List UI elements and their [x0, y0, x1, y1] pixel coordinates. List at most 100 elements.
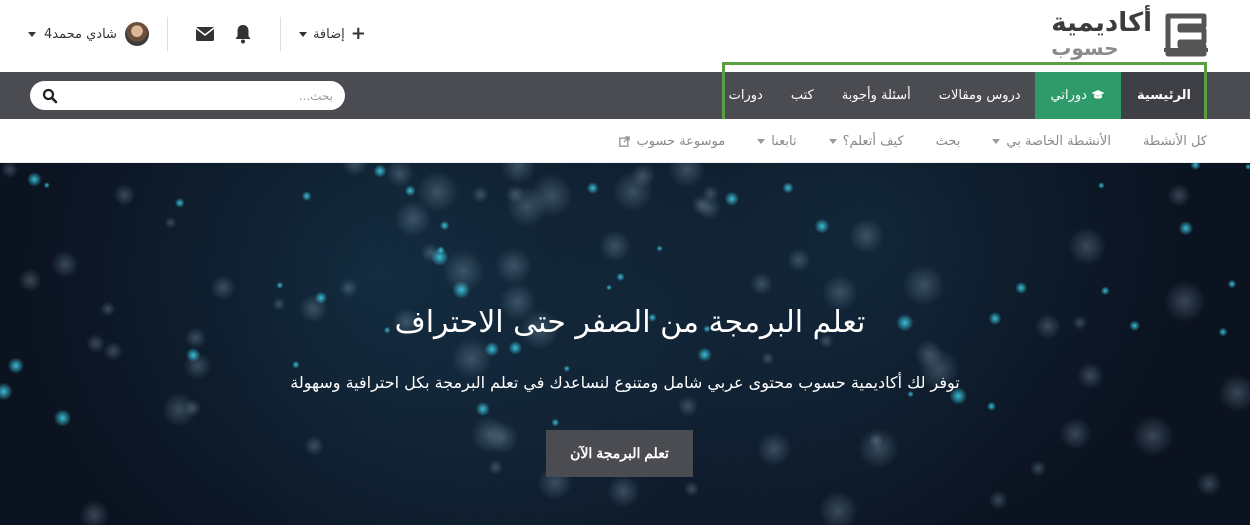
particle: [684, 481, 700, 497]
particle: [0, 163, 19, 179]
top-header: أكاديمية حسوب شادي محمد4 إضافة +: [0, 0, 1250, 72]
particle: [18, 268, 42, 292]
particle: [161, 392, 197, 427]
academy-logo[interactable]: أكاديمية حسوب: [1051, 10, 1210, 58]
particle: [1100, 286, 1110, 296]
particle: [500, 163, 537, 185]
particle: [677, 395, 699, 417]
nav-label: الرئيسية: [1136, 88, 1191, 103]
particle: [787, 248, 811, 272]
nav-label: كتب: [790, 88, 814, 103]
particle: [1030, 460, 1047, 477]
particle: [868, 432, 884, 448]
subnav-all-activity[interactable]: كل الأنشطة: [1127, 134, 1207, 149]
learn-programming-button[interactable]: تعلم البرمجة الآن: [546, 430, 693, 477]
particle: [79, 500, 110, 525]
particle: [51, 250, 79, 278]
nav-item-books[interactable]: كتب: [777, 72, 828, 119]
particle: [586, 182, 599, 195]
particle: [113, 184, 136, 206]
subnav-label: كيف أتعلم؟: [842, 133, 904, 149]
particle: [470, 416, 508, 454]
particle: [761, 351, 775, 366]
nav-item-home[interactable]: الرئيسية: [1120, 72, 1207, 119]
subnav-my-activity[interactable]: الأنشطة الخاصة بي: [976, 134, 1127, 149]
particle: [1132, 415, 1174, 457]
subnav-label: تابعنا: [771, 133, 797, 149]
particle: [1245, 163, 1250, 170]
particle: [986, 401, 997, 411]
nav-label: دورات: [728, 88, 763, 103]
particle: [164, 216, 177, 229]
particle: [599, 230, 632, 263]
particle: [185, 347, 201, 363]
subnav-encyclopedia[interactable]: موسوعة حسوب: [603, 134, 741, 149]
particle: [750, 272, 773, 296]
external-link-icon: [619, 135, 631, 147]
plus-icon: +: [350, 23, 366, 44]
particle: [1190, 163, 1201, 171]
particle: [416, 171, 459, 213]
particle: [404, 185, 416, 197]
bell-icon[interactable]: [232, 23, 254, 45]
particle: [1196, 471, 1222, 497]
user-toolbar: شادي محمد4 إضافة +: [28, 16, 366, 52]
particle: [724, 191, 740, 207]
nav-label: أسئلة وأجوبة: [841, 88, 911, 103]
particle: [1067, 226, 1107, 266]
particle: [276, 281, 284, 289]
logo-subtitle: حسوب: [1051, 36, 1119, 60]
particle: [616, 272, 625, 282]
particle: [668, 163, 706, 188]
particle: [53, 409, 72, 427]
particle: [606, 474, 641, 508]
nav-item-qa[interactable]: أسئلة وأجوبة: [828, 72, 925, 119]
particle: [818, 490, 859, 525]
particle: [606, 284, 612, 291]
chevron-down-icon: [28, 31, 36, 37]
particle: [292, 360, 300, 369]
chevron-down-icon: [828, 138, 837, 144]
particle: [27, 172, 42, 187]
particle: [488, 459, 503, 475]
particle: [505, 184, 525, 204]
particle: [782, 182, 794, 194]
particle: [43, 182, 50, 189]
particle: [902, 264, 945, 307]
avatar: [124, 22, 149, 46]
chevron-down-icon: [298, 31, 307, 37]
particle: [1227, 279, 1237, 289]
search-icon[interactable]: [42, 88, 58, 104]
particle: [814, 218, 830, 234]
particle: [756, 431, 792, 467]
main-nav: الرئيسية دوراتي دروس ومقالات أسئلة وأجوب…: [715, 72, 1207, 119]
divider: [166, 17, 168, 51]
nav-label: دوراتي: [1050, 88, 1087, 103]
chevron-down-icon: [757, 138, 766, 144]
mail-icon[interactable]: [194, 23, 216, 45]
nav-item-my-courses[interactable]: دوراتي: [1034, 72, 1121, 119]
particle: [848, 218, 884, 254]
subnav-label: موسوعة حسوب: [636, 133, 726, 149]
nav-item-courses[interactable]: دورات: [715, 72, 777, 119]
sub-navbar: كل الأنشطة الأنشطة الخاصة بي بحث كيف أتع…: [0, 119, 1250, 163]
subnav-search[interactable]: بحث: [920, 134, 977, 149]
particle: [7, 357, 25, 374]
hero-subtitle: توفر لك أكاديمية حسوب محتوى عربي شامل وم…: [290, 373, 960, 392]
particle: [210, 274, 236, 301]
nav-item-articles[interactable]: دروس ومقالات: [925, 72, 1035, 119]
add-menu[interactable]: إضافة +: [298, 23, 366, 44]
particle: [472, 186, 489, 203]
particle: [339, 278, 359, 298]
particle: [1015, 281, 1028, 294]
particle: [495, 247, 532, 285]
subnav-how-to-learn[interactable]: كيف أتعلم؟: [813, 134, 920, 149]
particle: [1097, 182, 1105, 189]
particle: [304, 435, 325, 456]
particle: [314, 291, 328, 304]
user-menu[interactable]: شادي محمد4: [28, 22, 149, 46]
hero-banner: تعلم البرمجة من الصفر حتى الاحتراف توفر …: [0, 163, 1250, 525]
subnav-follow-us[interactable]: تابعنا: [741, 134, 812, 149]
particle: [385, 163, 414, 188]
search-input[interactable]: [58, 88, 333, 103]
